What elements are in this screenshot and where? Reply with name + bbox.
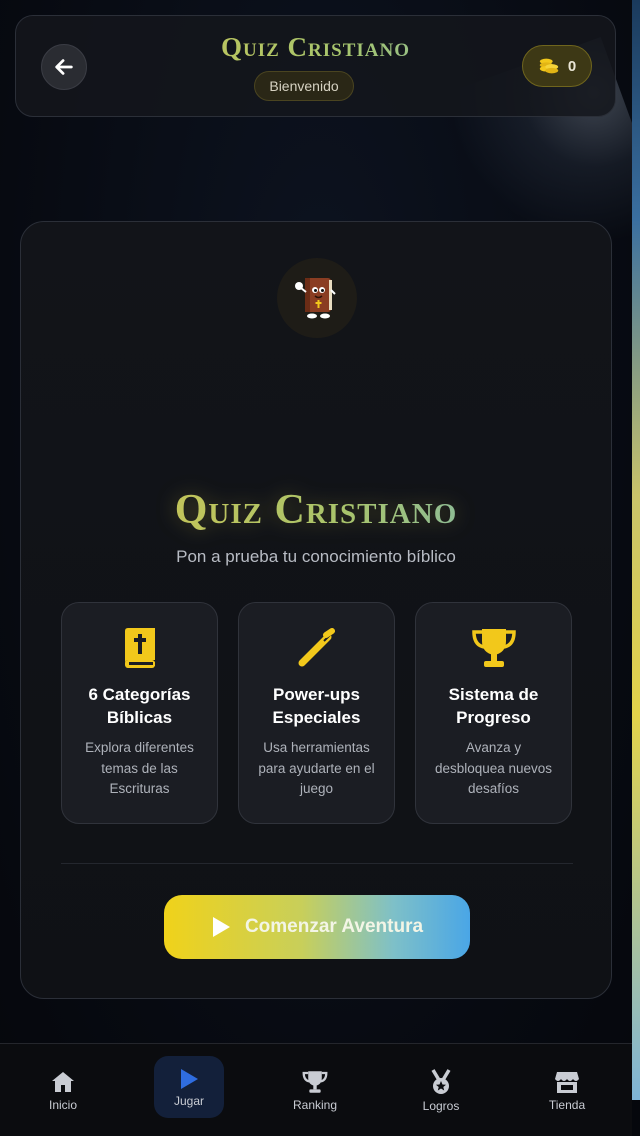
start-adventure-label: Comenzar Aventura <box>244 916 424 937</box>
feature-description: Usa herramientas para ayudarte en el jue… <box>258 740 375 796</box>
nav-item-tienda[interactable]: Tienda <box>504 1044 630 1136</box>
scrollbar[interactable] <box>632 0 640 1100</box>
store-icon <box>555 1071 579 1093</box>
card-subtitle: Pon a prueba tu conocimiento bíblico <box>176 547 456 566</box>
features-row: 6 Categorías Bíblicas Explora diferentes… <box>61 602 573 824</box>
card-title: Quiz Cristiano <box>21 486 611 534</box>
nav-label: Ranking <box>292 1097 338 1112</box>
trophy-icon <box>471 629 516 667</box>
coin-count: 0 <box>567 57 577 75</box>
bible-mascot-avatar <box>277 258 357 338</box>
nav-label: Jugar <box>173 1093 205 1108</box>
medal-icon <box>431 1068 451 1094</box>
bottom-nav: Inicio Jugar Ranking Logros Tienda <box>0 1043 632 1136</box>
welcome-badge: Bienvenido <box>254 71 354 101</box>
feature-description: Explora diferentes temas de las Escritur… <box>85 740 194 796</box>
start-adventure-button[interactable]: Comenzar Aventura <box>164 895 470 959</box>
nav-label: Tienda <box>548 1097 586 1112</box>
feature-card-categories: 6 Categorías Bíblicas Explora diferentes… <box>61 602 218 824</box>
trophy-icon <box>302 1070 328 1093</box>
nav-item-logros[interactable]: Logros <box>378 1044 504 1136</box>
coin-balance[interactable]: 0 <box>522 45 592 87</box>
coins-icon <box>539 58 558 74</box>
nav-item-inicio[interactable]: Inicio <box>0 1044 126 1136</box>
divider <box>61 863 573 864</box>
home-icon <box>52 1071 74 1092</box>
nav-label: Logros <box>422 1098 460 1113</box>
play-icon <box>181 1068 198 1089</box>
nav-item-ranking[interactable]: Ranking <box>252 1044 378 1136</box>
play-icon <box>212 917 230 937</box>
feature-description: Avanza y desbloquea nuevos desafíos <box>434 740 553 796</box>
nav-item-jugar[interactable]: Jugar <box>126 1044 252 1136</box>
top-header: Quiz Cristiano Bienvenido 0 <box>15 15 616 117</box>
magic-wand-icon <box>298 628 335 667</box>
feature-title: 6 Categorías Bíblicas <box>88 685 191 727</box>
bible-mascot-icon <box>295 278 336 319</box>
feature-title: Sistema de Progreso <box>448 685 539 727</box>
welcome-card: Quiz Cristiano Pon a prueba tu conocimie… <box>20 221 612 999</box>
feature-title: Power-ups Especiales <box>272 685 361 727</box>
nav-label: Inicio <box>48 1097 77 1112</box>
feature-card-progress: Sistema de Progreso Avanza y desbloquea … <box>415 602 572 824</box>
bible-icon <box>124 628 155 668</box>
feature-card-powerups: Power-ups Especiales Usa herramientas pa… <box>238 602 395 824</box>
